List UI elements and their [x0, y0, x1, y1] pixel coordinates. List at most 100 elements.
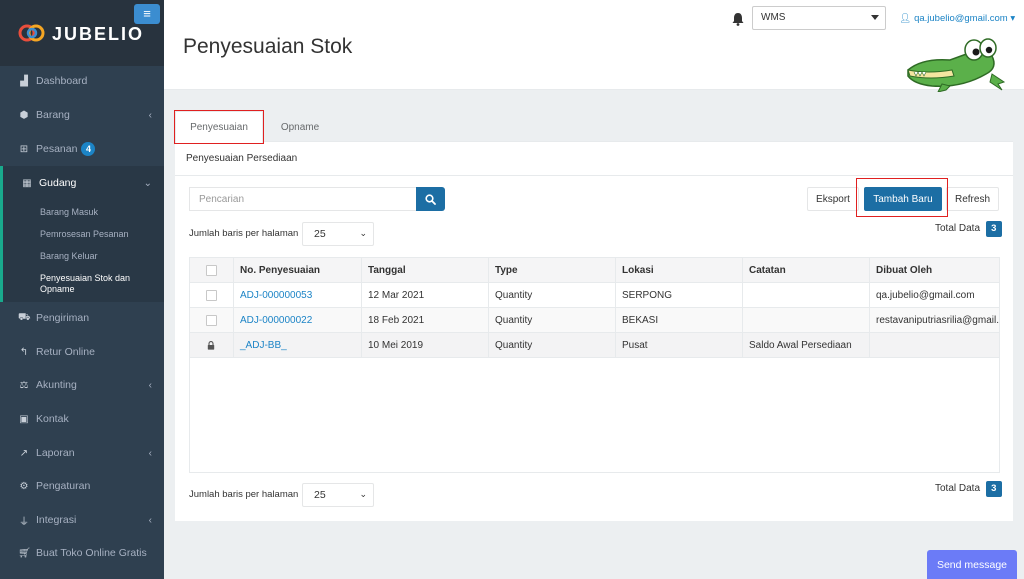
divider: [175, 175, 1013, 176]
sidebar-item-label: Pesanan: [36, 143, 78, 155]
basket-icon: ⊞: [19, 143, 29, 155]
rows-per-page-select[interactable]: 25 ⌄: [302, 222, 374, 246]
main-content-card: Penyesuaian Opname Penyesuaian Persediaa…: [175, 111, 1013, 521]
send-message-button[interactable]: Send message: [927, 550, 1017, 579]
total-data-count: 3: [985, 221, 1002, 237]
tab-opname[interactable]: Opname: [263, 111, 337, 143]
add-new-button[interactable]: Tambah Baru: [864, 187, 942, 211]
table-row[interactable]: ADJ-000000053 12 Mar 2021 Quantity SERPO…: [190, 283, 999, 308]
sidebar-item-barang[interactable]: ⬢ Barang ‹: [0, 98, 164, 132]
sidebar-item-integrasi[interactable]: ⏚ Integrasi ‹: [0, 503, 164, 537]
column-header-type[interactable]: Type: [488, 258, 615, 283]
tab-penyesuaian[interactable]: Penyesuaian: [175, 111, 263, 143]
sidebar-item-pengiriman[interactable]: ⛟ Pengiriman: [0, 301, 164, 335]
sidebar-item-akunting[interactable]: ⚖ Akunting ‹: [0, 368, 164, 402]
rows-per-page-label: Jumlah baris per halaman: [189, 228, 299, 239]
plug-icon: ⏚: [19, 516, 29, 528]
search-input[interactable]: Pencarian: [189, 187, 417, 211]
search-button[interactable]: [416, 187, 445, 211]
sidebar-item-label: Kontak: [36, 413, 69, 425]
adjustment-type: Quantity: [488, 283, 615, 308]
adjustment-type: Quantity: [488, 333, 615, 358]
adjustment-location: Pusat: [615, 333, 742, 358]
adjustment-note: [742, 283, 869, 308]
adjustment-number-link[interactable]: ADJ-000000022: [233, 308, 361, 333]
adjustment-type: Quantity: [488, 308, 615, 333]
rows-per-page-value: 25: [314, 489, 326, 501]
adjustment-date: 12 Mar 2021: [361, 283, 488, 308]
total-data-count: 3: [985, 481, 1002, 497]
user-menu[interactable]: 👤︎ qa.jubelio@gmail.com ▾: [899, 13, 1015, 24]
chevron-left-icon: ‹: [148, 447, 152, 459]
sidebar-item-buat-toko[interactable]: 🛒︎ Buat Toko Online Gratis: [0, 536, 164, 570]
sidebar-item-label: Akunting: [36, 379, 77, 391]
column-header-location[interactable]: Lokasi: [615, 258, 742, 283]
column-header-note[interactable]: Catatan: [742, 258, 869, 283]
adjustment-note: Saldo Awal Persediaan: [742, 333, 869, 358]
adjustment-number-link[interactable]: _ADJ-BB_: [233, 333, 361, 358]
row-checkbox[interactable]: [206, 315, 217, 326]
cogs-icon: ⚙: [19, 480, 29, 492]
area-chart-icon: ▟: [20, 75, 28, 87]
crocodile-mascot-image: [907, 38, 1006, 92]
adjustment-number-link[interactable]: ADJ-000000053: [233, 283, 361, 308]
warehouse-select[interactable]: WMS: [752, 6, 886, 30]
adjustment-location: SERPONG: [615, 283, 742, 308]
cubes-icon: ⬢: [19, 109, 29, 121]
search-icon: [425, 193, 436, 205]
column-header-no[interactable]: No. Penyesuaian: [233, 258, 361, 283]
truck-icon: ⛟: [18, 311, 31, 323]
column-header-created-by[interactable]: Dibuat Oleh: [869, 258, 999, 283]
section-title: Penyesuaian Persediaan: [186, 153, 298, 164]
sidebar-item-label: Integrasi: [36, 514, 77, 526]
chevron-left-icon: ‹: [148, 514, 152, 526]
submenu-item-penyesuaian-stok[interactable]: Penyesuaian Stok dan Opname: [40, 273, 150, 295]
adjustment-created-by: qa.jubelio@gmail.com: [869, 283, 999, 308]
gudang-submenu: Barang Masuk Pemrosesan Pesanan Barang K…: [0, 200, 164, 302]
export-button[interactable]: Eksport: [807, 187, 859, 211]
select-all-checkbox[interactable]: [206, 265, 217, 276]
total-data: Total Data 3: [935, 221, 1002, 237]
sidebar-item-dashboard[interactable]: ▟ Dashboard: [0, 64, 164, 98]
page-title: Penyesuaian Stok: [183, 35, 353, 58]
lock-icon: [207, 341, 215, 350]
brand-name: JUBELIO: [52, 24, 145, 44]
table-row[interactable]: _ADJ-BB_ 10 Mei 2019 Quantity Pusat Sald…: [190, 333, 999, 358]
rows-per-page-select-bottom[interactable]: 25 ⌄: [302, 483, 374, 507]
top-header: Penyesuaian Stok WMS 👤︎ qa.jubelio@gmail.…: [164, 0, 1024, 92]
sidebar-item-gudang[interactable]: ▦ Gudang ⌄: [0, 166, 164, 200]
total-data-bottom: Total Data 3: [935, 481, 1002, 497]
sidebar-item-label: Barang: [36, 109, 70, 121]
warehouse-select-value: WMS: [761, 12, 786, 23]
adjustment-created-by: restavaniputriasrilia@gmail.c: [869, 308, 999, 333]
adjustment-location: BEKASI: [615, 308, 742, 333]
sidebar-item-label: Laporan: [36, 447, 75, 459]
sidebar-item-label: Dashboard: [36, 75, 88, 87]
reply-icon: ↰: [19, 346, 29, 358]
sidebar-item-kontak[interactable]: ▣ Kontak: [0, 402, 164, 436]
submenu-item-barang-masuk[interactable]: Barang Masuk: [40, 207, 98, 218]
address-card-icon: ▣: [19, 413, 29, 425]
refresh-button[interactable]: Refresh: [946, 187, 999, 211]
adjustment-note: [742, 308, 869, 333]
sidebar-item-pengaturan[interactable]: ⚙ Pengaturan: [0, 469, 164, 503]
total-data-label: Total Data: [935, 223, 981, 234]
user-icon: 👤︎: [899, 13, 912, 24]
table-row[interactable]: ADJ-000000022 18 Feb 2021 Quantity BEKAS…: [190, 308, 999, 333]
sidebar-item-retur-online[interactable]: ↰ Retur Online: [0, 335, 164, 369]
sidebar-item-pesanan[interactable]: ⊞ Pesanan 4: [0, 132, 164, 166]
sidebar-item-label: Pengiriman: [36, 312, 90, 324]
sidebar-item-laporan[interactable]: ↗ Laporan ‹: [0, 436, 164, 470]
shopping-cart-icon: 🛒︎: [18, 547, 31, 559]
submenu-item-pemrosesan-pesanan[interactable]: Pemrosesan Pesanan: [40, 229, 129, 240]
row-checkbox[interactable]: [206, 290, 217, 301]
submenu-item-barang-keluar[interactable]: Barang Keluar: [40, 251, 98, 262]
column-header-date[interactable]: Tanggal: [361, 258, 488, 283]
adjustments-table: No. Penyesuaian Tanggal Type Lokasi Cata…: [189, 257, 1000, 473]
adjustment-date: 18 Feb 2021: [361, 308, 488, 333]
caret-down-icon: ▾: [1010, 13, 1016, 24]
menu-toggle-button[interactable]: ≡: [134, 4, 160, 24]
bell-icon[interactable]: [732, 12, 744, 26]
jubelio-logo-icon: [18, 24, 45, 42]
brand-header: JUBELIO ≡: [0, 0, 164, 66]
